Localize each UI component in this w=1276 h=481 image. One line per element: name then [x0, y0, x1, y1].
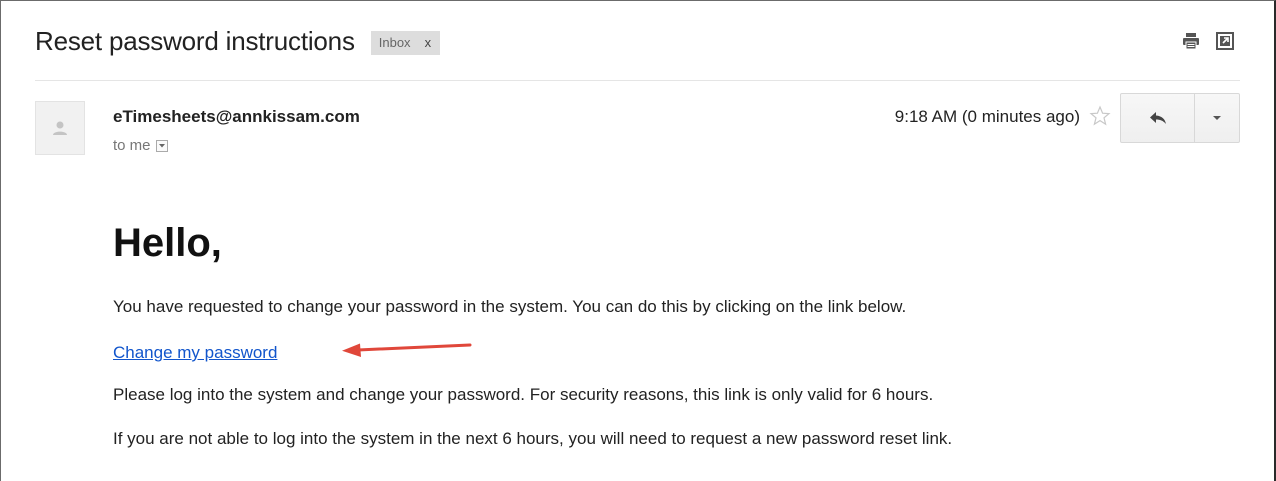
print-icon[interactable]: [1180, 30, 1202, 52]
email-subject: Reset password instructions: [35, 25, 355, 56]
change-password-link[interactable]: Change my password: [113, 343, 277, 362]
star-icon[interactable]: [1088, 104, 1112, 128]
recipient-line: to me: [113, 137, 168, 154]
recipient-text: to me: [113, 137, 151, 154]
greeting-heading: Hello,: [113, 221, 222, 265]
chevron-down-icon: [1213, 116, 1221, 120]
reset-link-paragraph: Change my password: [113, 343, 277, 363]
subject-row: Reset password instructions Inbox x: [35, 23, 441, 59]
sender-avatar[interactable]: [35, 101, 85, 155]
label-chip-inbox[interactable]: Inbox x: [370, 30, 441, 55]
person-icon: [53, 121, 67, 135]
security-note-paragraph: Please log into the system and change yo…: [113, 385, 934, 404]
email-body: Hello, You have requested to change your…: [113, 203, 1213, 448]
more-actions-button[interactable]: [1194, 93, 1240, 143]
label-chip-name[interactable]: Inbox: [379, 31, 411, 55]
email-view: Reset password instructions Inbox x eTim…: [0, 0, 1276, 481]
remove-label-button[interactable]: x: [425, 31, 432, 55]
intro-paragraph: You have requested to change your passwo…: [113, 297, 907, 316]
sender-address[interactable]: eTimesheets@annkissam.com: [113, 107, 360, 127]
annotation-arrow: [342, 343, 472, 357]
thread-toolbar: [1180, 30, 1236, 52]
reply-button[interactable]: [1120, 93, 1195, 143]
expiry-note-paragraph: If you are not able to log into the syst…: [113, 429, 953, 448]
open-in-new-window-icon[interactable]: [1214, 30, 1236, 52]
email-timestamp: 9:18 AM (0 minutes ago): [894, 107, 1080, 126]
recipient-details-dropdown[interactable]: [155, 139, 168, 152]
reply-icon: [1149, 112, 1166, 124]
header-divider: [35, 80, 1240, 81]
caret-down-icon: [158, 143, 165, 147]
